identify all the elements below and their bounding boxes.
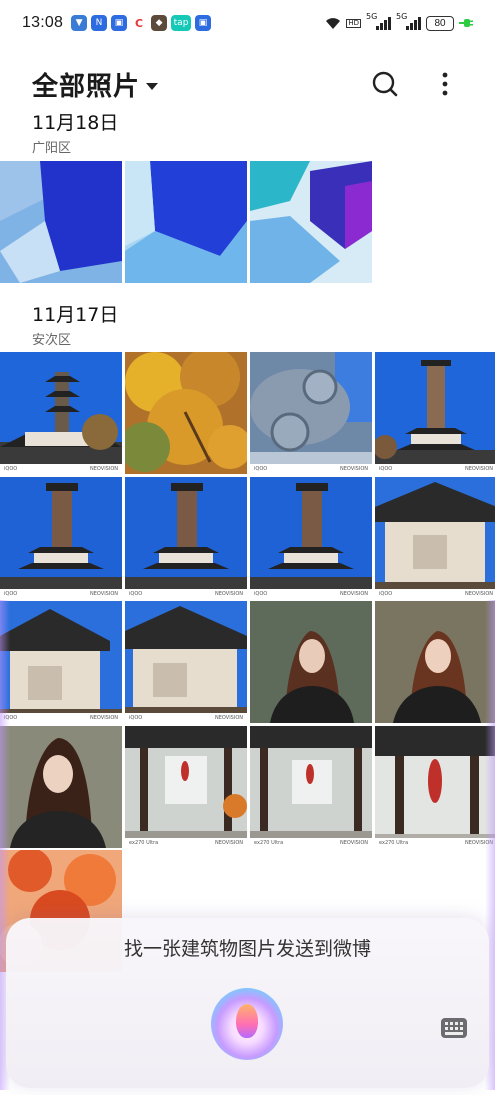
system-status: HD 5G 5G 80 xyxy=(325,12,473,31)
photo-thumb-pavilion[interactable]: iQOO NEOVISION xyxy=(375,477,495,599)
photo-thumb-pagoda[interactable]: iQOO NEOVISION xyxy=(0,477,122,599)
photo-thumb[interactable] xyxy=(125,161,247,283)
charging-icon xyxy=(459,19,473,27)
signal-icon: 5G xyxy=(396,12,421,30)
lock-icon: ▣ xyxy=(111,15,128,31)
date-section-1: 11月18日 广阳区 xyxy=(32,112,118,156)
photo-thumb-portrait[interactable] xyxy=(0,726,122,848)
photo-thumb-corridor[interactable]: ex270 Ultra NEOVISION xyxy=(125,726,247,848)
photo-thumb-pagoda[interactable]: iQOO NEOVISION xyxy=(0,352,122,474)
album-title[interactable]: 全部照片 xyxy=(32,66,140,103)
hd-badge: HD xyxy=(346,18,361,28)
lock-icon: ▣ xyxy=(195,15,212,31)
photo-thumb-pagoda[interactable]: iQOO NEOVISION xyxy=(125,477,247,599)
caret-down-icon[interactable] xyxy=(146,82,159,90)
date-section-2: 11月17日 安次区 xyxy=(32,300,118,348)
nfc-icon: N xyxy=(91,15,108,31)
status-time: 13:08 xyxy=(22,14,64,31)
voice-assistant-panel: 找一张建筑物图片发送到微博 xyxy=(6,918,489,1088)
keyboard-icon[interactable] xyxy=(441,1018,467,1038)
notification-icons: ▼ N ▣ C ◆ tap ▣ xyxy=(71,15,212,31)
photo-thumb-corridor[interactable]: ex270 Ultra NEOVISION xyxy=(375,726,495,848)
more-vertical-icon[interactable] xyxy=(429,68,461,100)
photo-thumb-autumn-tree[interactable] xyxy=(125,352,247,474)
status-bar: 13:08 ▼ N ▣ C ◆ tap ▣ HD 5G 5G 80 xyxy=(0,0,495,46)
photo-thumb-corridor[interactable]: ex270 Ultra NEOVISION xyxy=(250,726,372,848)
date-label: 11月18日 xyxy=(32,112,119,134)
voice-assistant-orb-icon[interactable] xyxy=(211,988,283,1060)
date-label: 11月17日 xyxy=(32,304,119,326)
app-header: 全部照片 xyxy=(0,56,495,112)
photo-thumb-pavilion[interactable]: iQOO NEOVISION xyxy=(0,601,122,723)
photo-thumb-stone-carving[interactable]: iQOO NEOVISION xyxy=(250,352,372,474)
place-label[interactable]: 安次区 xyxy=(32,329,118,348)
taptap-icon: tap xyxy=(171,15,192,31)
photo-thumb-portrait[interactable] xyxy=(250,601,372,723)
place-label[interactable]: 广阳区 xyxy=(32,137,118,156)
photo-thumb-pavilion[interactable]: iQOO NEOVISION xyxy=(125,601,247,723)
c-icon: C xyxy=(131,15,148,31)
photo-thumb[interactable] xyxy=(250,161,372,283)
wifi-icon xyxy=(326,17,341,29)
assistant-query: 找一张建筑物图片发送到微博 xyxy=(123,938,371,960)
shield-icon: ▼ xyxy=(71,15,88,31)
photo-thumb-pagoda[interactable]: iQOO NEOVISION xyxy=(375,352,495,474)
battery-icon: 80 xyxy=(426,15,454,31)
photo-thumb-portrait[interactable] xyxy=(375,601,495,723)
photo-thumb-pagoda[interactable]: iQOO NEOVISION xyxy=(250,477,372,599)
photo-icon: ◆ xyxy=(151,15,168,31)
search-icon[interactable] xyxy=(369,68,401,100)
photo-thumb[interactable] xyxy=(0,161,122,283)
signal-icon: 5G xyxy=(366,12,391,30)
